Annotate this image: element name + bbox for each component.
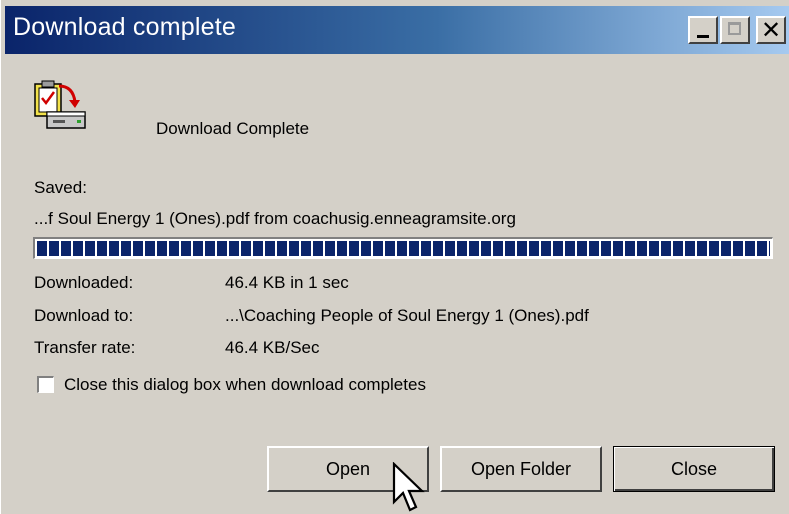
- saved-description: ...f Soul Energy 1 (Ones).pdf from coach…: [34, 209, 516, 228]
- download-dialog: Download complete ✕ Download Complete Sa…: [0, 0, 789, 514]
- minimize-icon: [697, 35, 709, 38]
- close-window-button[interactable]: ✕: [756, 16, 786, 44]
- status-message: Download Complete: [156, 119, 310, 138]
- close-on-complete-label[interactable]: Close this dialog box when download comp…: [64, 375, 426, 395]
- download-complete-icon: [33, 80, 89, 136]
- saved-label: Saved:: [34, 178, 87, 197]
- download-to-label: Download to:: [34, 306, 134, 325]
- close-icon: ✕: [761, 16, 782, 44]
- download-to-value: ...\Coaching People of Soul Energy 1 (On…: [225, 306, 589, 325]
- open-folder-button[interactable]: Open Folder: [440, 446, 602, 492]
- transfer-rate-value: 46.4 KB/Sec: [225, 338, 320, 357]
- maximize-button[interactable]: [720, 16, 750, 44]
- downloaded-value: 46.4 KB in 1 sec: [225, 273, 349, 292]
- title-bar[interactable]: Download complete ✕: [5, 6, 789, 54]
- download-progress-bar: [33, 237, 773, 259]
- downloaded-label: Downloaded:: [34, 273, 134, 292]
- maximize-icon: [728, 22, 741, 35]
- progress-fill: [37, 241, 770, 256]
- close-on-complete-checkbox[interactable]: [37, 376, 54, 393]
- transfer-rate-label: Transfer rate:: [34, 338, 136, 357]
- close-button[interactable]: Close: [613, 446, 775, 492]
- mouse-pointer-icon: [392, 462, 425, 512]
- minimize-button[interactable]: [688, 16, 718, 44]
- window-title: Download complete: [13, 13, 236, 41]
